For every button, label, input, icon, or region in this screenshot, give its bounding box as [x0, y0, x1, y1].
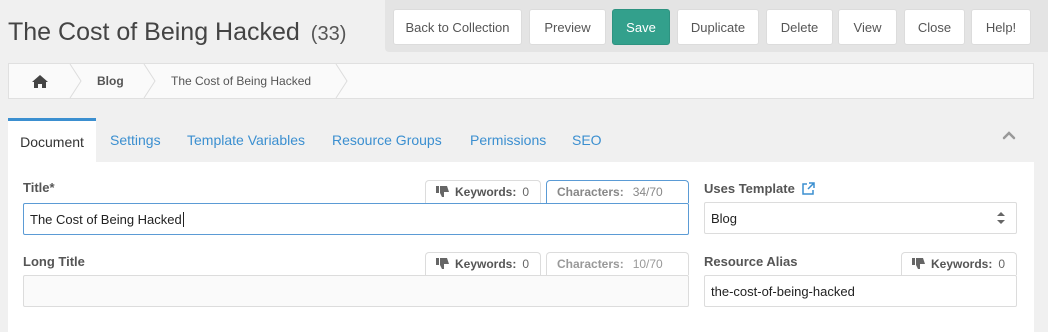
keywords-value: 0 — [522, 257, 530, 271]
keywords-label: Keywords: — [455, 185, 517, 199]
template-select-value: Blog — [711, 210, 738, 226]
template-label-row: Uses Template — [704, 181, 815, 196]
characters-value: 10/70 — [632, 257, 663, 271]
alias-input[interactable]: the-cost-of-being-hacked — [704, 275, 1017, 307]
long-title-label: Long Title — [23, 254, 85, 269]
breadcrumb-separator — [69, 64, 83, 98]
delete-button[interactable]: Delete — [766, 9, 833, 45]
title-label: Title* — [23, 180, 55, 195]
long-title-keywords-counter: Keywords: 0 — [425, 252, 541, 275]
long-title-characters-counter: Characters: 10/70 — [546, 252, 689, 275]
preview-button[interactable]: Preview — [529, 9, 606, 45]
breadcrumb-blog[interactable]: Blog — [97, 64, 124, 98]
tab-template-variables[interactable]: Template Variables — [187, 118, 305, 162]
keywords-value: 0 — [998, 257, 1006, 271]
tab-document[interactable]: Document — [8, 118, 96, 162]
breadcrumb-separator — [335, 64, 349, 98]
keywords-label: Keywords: — [931, 257, 993, 271]
back-to-collection-button[interactable]: Back to Collection — [393, 9, 522, 45]
breadcrumb-current: The Cost of Being Hacked — [171, 74, 312, 88]
template-select[interactable]: Blog — [704, 202, 1017, 234]
external-link-icon[interactable] — [802, 182, 815, 195]
title-input-value: The Cost of Being Hacked — [30, 211, 182, 227]
action-toolbar: Back to Collection Preview Save Duplicat… — [385, 0, 1048, 52]
template-label: Uses Template — [704, 181, 795, 196]
breadcrumb: Blog The Cost of Being Hacked — [8, 63, 1034, 99]
title-input[interactable]: The Cost of Being Hacked — [23, 203, 689, 235]
view-button[interactable]: View — [838, 9, 897, 45]
alias-keywords-counter: Keywords: 0 — [901, 252, 1017, 275]
tab-resource-groups[interactable]: Resource Groups — [332, 118, 442, 162]
tab-settings[interactable]: Settings — [110, 118, 161, 162]
duplicate-button[interactable]: Duplicate — [677, 9, 759, 45]
characters-value: 34/70 — [632, 185, 663, 199]
tab-permissions[interactable]: Permissions — [470, 118, 546, 162]
text-caret — [182, 211, 184, 227]
thumbs-down-icon — [912, 258, 925, 269]
document-panel: Title* Keywords: 0 Characters: 34/70 The… — [8, 162, 1034, 332]
close-button[interactable]: Close — [904, 9, 965, 45]
title-keywords-counter: Keywords: 0 — [425, 180, 541, 203]
home-icon — [32, 74, 48, 88]
select-arrows-icon — [997, 212, 1005, 224]
keywords-value: 0 — [522, 185, 530, 199]
save-button[interactable]: Save — [612, 9, 670, 45]
breadcrumb-home[interactable] — [31, 64, 49, 98]
title-characters-counter: Characters: 34/70 — [546, 180, 689, 203]
chevron-up-icon[interactable] — [1002, 130, 1016, 140]
page-title-text: The Cost of Being Hacked — [8, 18, 300, 46]
resource-id: (33) — [310, 23, 347, 45]
characters-label: Characters: — [557, 257, 624, 271]
tab-seo[interactable]: SEO — [572, 118, 602, 162]
thumbs-down-icon — [436, 258, 449, 269]
alias-label: Resource Alias — [704, 254, 798, 269]
breadcrumb-separator — [143, 64, 157, 98]
long-title-input[interactable] — [23, 275, 689, 307]
keywords-label: Keywords: — [455, 257, 517, 271]
characters-label: Characters: — [557, 185, 624, 199]
thumbs-down-icon — [436, 186, 449, 197]
page-title: The Cost of Being Hacked (33) — [8, 18, 346, 47]
tab-bar: Document Settings Template Variables Res… — [8, 118, 1034, 162]
help-button[interactable]: Help! — [971, 9, 1031, 45]
